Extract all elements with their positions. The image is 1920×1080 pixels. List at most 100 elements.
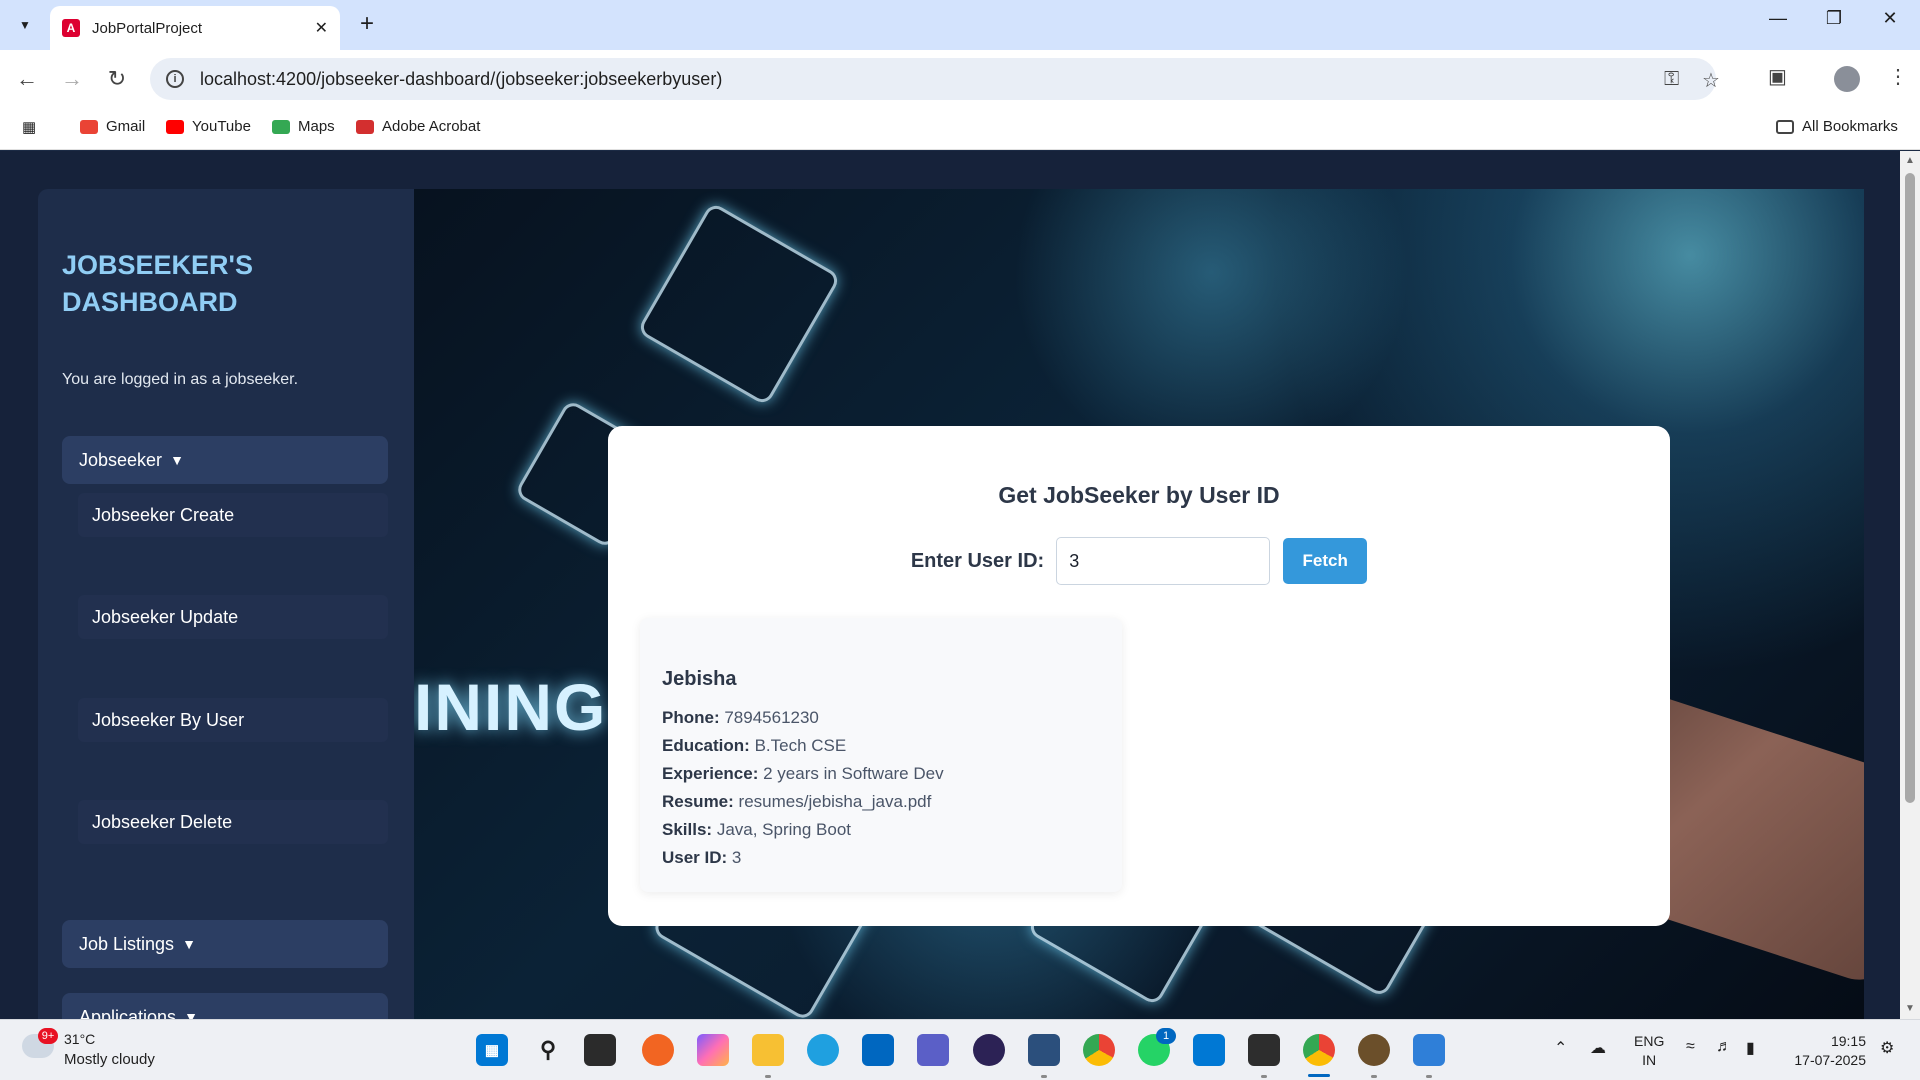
paint-icon[interactable] (1413, 1034, 1445, 1066)
running-indicator (1426, 1075, 1432, 1078)
sidebar-group-jobseeker[interactable]: Jobseeker ▼ (62, 436, 388, 484)
experience-row: Experience: 2 years in Software Dev (662, 764, 944, 783)
active-app-indicator (1308, 1074, 1330, 1077)
bookmark-youtube[interactable]: YouTube (166, 118, 251, 135)
browser-tab[interactable]: A JobPortalProject ✕ (50, 6, 340, 50)
start-windows-icon[interactable]: ▦ (476, 1034, 508, 1066)
phone-row: Phone: 7894561230 (662, 708, 819, 727)
microsoft-store-icon[interactable] (862, 1034, 894, 1066)
apps-grid-icon[interactable]: ▦ (22, 118, 36, 136)
back-arrow-icon[interactable]: ← (12, 64, 42, 94)
reload-icon[interactable]: ↻ (102, 64, 132, 94)
new-tab-plus-icon[interactable]: + (352, 10, 382, 38)
search-icon[interactable]: ⚲ (532, 1034, 564, 1066)
resume-row: Resume: resumes/jebisha_java.pdf (662, 792, 932, 811)
youtube-icon (166, 119, 184, 134)
hexagon-shape (636, 201, 842, 407)
show-hidden-icons-chevron-icon[interactable]: ⌃ (1554, 1038, 1567, 1058)
spring-tool-icon[interactable] (1028, 1034, 1060, 1066)
scroll-up-icon[interactable]: ▲ (1905, 155, 1915, 166)
tab-title: JobPortalProject (92, 19, 203, 37)
password-key-icon[interactable]: ⚿ (1664, 68, 1679, 91)
user-id-row: User ID: 3 (662, 848, 742, 867)
chrome-icon[interactable] (1083, 1034, 1115, 1066)
browser-menu-icon[interactable]: ⋮ (1888, 64, 1908, 89)
jobseeker-name: Jebisha (662, 668, 737, 690)
bookmark-star-icon[interactable]: ☆ (1702, 68, 1720, 93)
copilot-icon[interactable] (697, 1034, 729, 1066)
postman-icon[interactable] (642, 1034, 674, 1066)
user-id-label: Enter User ID: (910, 549, 1045, 572)
jobseeker-result-card: Jebisha Phone: 7894561230 Education: B.T… (640, 618, 1122, 892)
minimize-icon[interactable]: — (1758, 8, 1798, 29)
bookmark-gmail[interactable]: Gmail (80, 118, 145, 135)
wifi-icon[interactable]: ≈ (1686, 1038, 1695, 1056)
onedrive-cloud-icon[interactable]: ☁ (1590, 1038, 1606, 1058)
sidebar-group-job-listings[interactable]: Job Listings ▼ (62, 920, 388, 968)
sidebar-group-applications[interactable]: Applications ▼ (62, 993, 388, 1019)
terminal-icon[interactable] (1248, 1034, 1280, 1066)
maps-icon (272, 119, 290, 134)
chrome-profile-icon[interactable] (1303, 1034, 1335, 1066)
profile-avatar[interactable] (1834, 66, 1860, 92)
weather-description[interactable]: Mostly cloudy (64, 1051, 155, 1068)
page-content: JOBSEEKER'S DASHBOARD You are logged in … (0, 151, 1900, 1019)
all-bookmarks[interactable]: All Bookmarks (1776, 118, 1898, 135)
fetch-jobseeker-card: Get JobSeeker by User ID Enter User ID: … (608, 426, 1670, 926)
fetch-form-row: Enter User ID: Fetch (608, 537, 1670, 585)
bookmark-adobe-acrobat[interactable]: Adobe Acrobat (356, 118, 480, 135)
dashboard-title: JOBSEEKER'S DASHBOARD (62, 250, 253, 317)
task-view-icon[interactable] (584, 1034, 616, 1066)
language-indicator[interactable]: ENG IN (1634, 1032, 1664, 1070)
chevron-down-icon: ▼ (182, 936, 196, 952)
whatsapp-badge: 1 (1156, 1028, 1176, 1044)
sidebar-item-jobseeker-update[interactable]: Jobseeker Update (78, 595, 388, 639)
angular-favicon-icon: A (62, 19, 80, 37)
battery-icon[interactable]: ▮ (1746, 1038, 1755, 1058)
gmail-icon (80, 119, 98, 134)
scroll-thumb[interactable] (1905, 173, 1915, 803)
system-clock[interactable]: 19:15 17-07-2025 (1786, 1032, 1866, 1070)
address-bar[interactable]: i localhost:4200/jobseeker-dashboard/(jo… (150, 58, 1720, 100)
chevron-down-icon: ▼ (184, 1009, 198, 1019)
eclipse-icon[interactable] (973, 1034, 1005, 1066)
windows-taskbar: 9+ 31°C Mostly cloudy ▦ ⚲ 1 ⌃ ☁ ENG IN ≈… (0, 1019, 1920, 1080)
skills-row: Skills: Java, Spring Boot (662, 820, 852, 839)
window-close-icon[interactable]: ✕ (1870, 8, 1910, 29)
extensions-icon[interactable]: ▣ (1768, 64, 1787, 89)
app-icon[interactable] (1358, 1034, 1390, 1066)
user-id-input[interactable] (1056, 537, 1271, 585)
sidebar-item-jobseeker-create[interactable]: Jobseeker Create (78, 493, 388, 537)
scroll-down-icon[interactable]: ▼ (1905, 1003, 1915, 1014)
sidebar: JOBSEEKER'S DASHBOARD You are logged in … (38, 189, 414, 1019)
restore-icon[interactable]: ❐ (1814, 8, 1854, 29)
page-scrollbar[interactable]: ▲ ▼ (1900, 151, 1920, 1019)
education-row: Education: B.Tech CSE (662, 736, 847, 755)
running-indicator (1261, 1075, 1267, 1078)
chevron-down-icon: ▼ (170, 452, 184, 468)
tab-search-chevron-icon[interactable]: ▼ (10, 11, 40, 39)
teams-icon[interactable] (917, 1034, 949, 1066)
notifications-icon[interactable]: ⚙ (1880, 1038, 1894, 1058)
weather-temperature[interactable]: 31°C (64, 1031, 95, 1047)
sidebar-item-jobseeker-delete[interactable]: Jobseeker Delete (78, 800, 388, 844)
fetch-button[interactable]: Fetch (1283, 538, 1368, 584)
edge-icon[interactable] (807, 1034, 839, 1066)
volume-icon[interactable]: ♬ (1716, 1038, 1732, 1056)
running-indicator (1041, 1075, 1047, 1078)
site-info-icon[interactable]: i (166, 70, 184, 88)
browser-tab-bar: ▼ A JobPortalProject ✕ + — ❐ ✕ (0, 0, 1920, 50)
weather-badge: 9+ (38, 1028, 58, 1044)
bookmark-maps[interactable]: Maps (272, 118, 335, 135)
file-explorer-icon[interactable] (752, 1034, 784, 1066)
forward-arrow-icon[interactable]: → (57, 64, 87, 94)
vscode-icon[interactable] (1193, 1034, 1225, 1066)
bookmarks-bar: ▦ Gmail YouTube Maps Adobe Acrobat All B… (0, 108, 1920, 150)
sidebar-item-jobseeker-by-user[interactable]: Jobseeker By User (78, 698, 388, 742)
tab-close-icon[interactable]: ✕ (315, 18, 328, 38)
hero-background-text: INING (414, 670, 608, 744)
running-indicator (1371, 1075, 1377, 1078)
folder-icon (1776, 119, 1794, 134)
form-title: Get JobSeeker by User ID (998, 482, 1280, 508)
url-text[interactable]: localhost:4200/jobseeker-dashboard/(jobs… (200, 69, 722, 90)
